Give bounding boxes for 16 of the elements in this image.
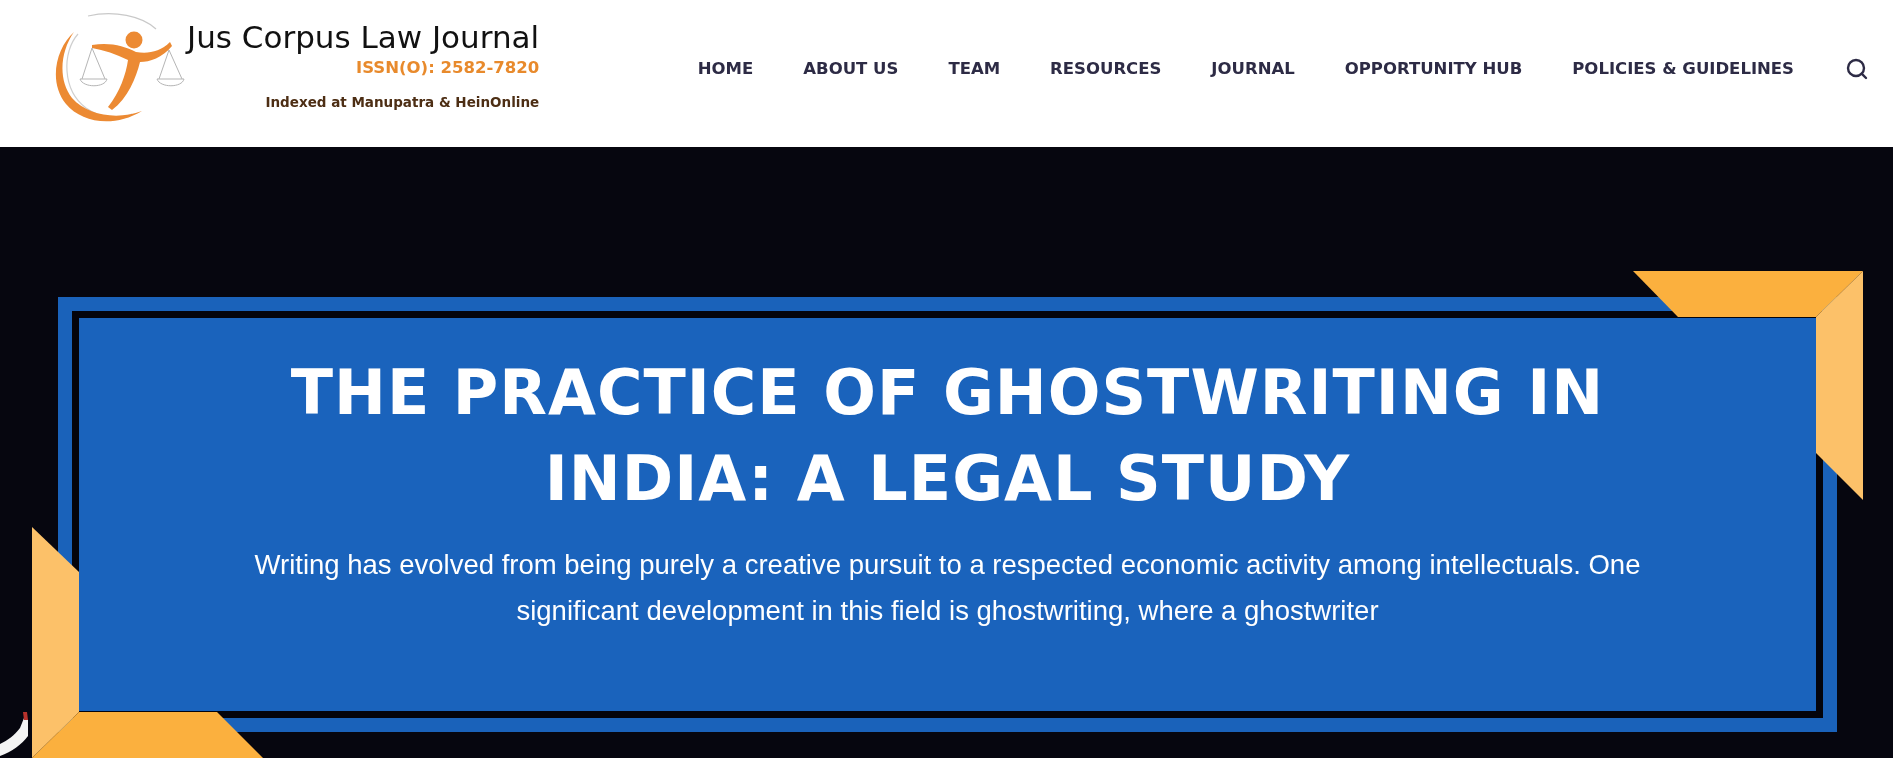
- article-excerpt: Writing has evolved from being purely a creative pursuit to a respected economic activity among intellectuals. One significant development in this field is ghostwriting, where a ghostwriter: [253, 548, 1642, 628]
- nav-link[interactable]: TEAM: [948, 56, 1001, 82]
- article-title: THE PRACTICE OF GHOSTWRITING IN INDIA: A LEGAL STUDY: [289, 355, 1606, 517]
- nav-link[interactable]: OPPORTUNITY HUB: [1344, 56, 1523, 82]
- site-logo[interactable]: Jus Corpus Law Journal ISSN(O): 2582-7820 Indexed at Manupatra & HeinOnline: [52, 12, 540, 125]
- nav-link[interactable]: ABOUT US: [803, 56, 899, 82]
- arm-drawing: [0, 710, 30, 758]
- search-icon: [1845, 57, 1869, 81]
- nav-link[interactable]: RESOURCES: [1050, 56, 1162, 82]
- nav-link[interactable]: POLICIES & GUIDELINES: [1572, 56, 1794, 82]
- journal-name: Jus Corpus Law Journal: [187, 19, 540, 55]
- nav-link[interactable]: JOURNAL: [1211, 56, 1295, 82]
- indexing-note: Indexed at Manupatra & HeinOnline: [265, 93, 540, 111]
- nav-link[interactable]: HOME: [697, 56, 754, 82]
- issn-number: ISSN(O): 2582-7820: [356, 57, 540, 79]
- search-button[interactable]: [1844, 56, 1870, 82]
